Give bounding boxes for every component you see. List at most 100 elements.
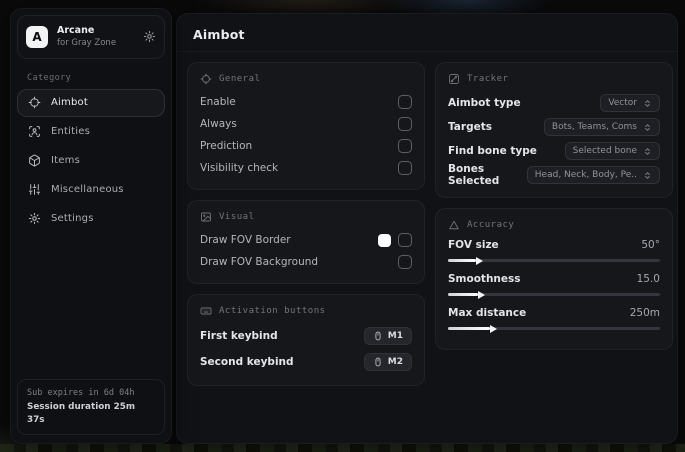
sub-expires-text: Sub expires in 6d 04h — [27, 387, 135, 398]
second-keybind-button[interactable]: M2 — [363, 353, 412, 371]
sidebar-item-label: Miscellaneous — [51, 184, 124, 195]
chevron-up-down-icon — [643, 99, 652, 108]
select-row: Aimbot type Vector — [448, 91, 660, 115]
brand-name: Arcane — [57, 25, 95, 36]
visual-card: Visual Draw FOV Border Draw FOV Backgrou… — [187, 200, 425, 284]
keybind-value: M2 — [387, 357, 403, 367]
sidebar-item-label: Settings — [51, 213, 94, 224]
sidebar-nav: Aimbot Entities Items Miscellaneous Sett… — [11, 88, 171, 233]
setting-row: Draw FOV Background — [200, 251, 412, 273]
chevron-up-down-icon — [643, 171, 652, 180]
slider-value: 250m — [629, 306, 660, 319]
sidebar-item-settings[interactable]: Settings — [17, 205, 165, 233]
sidebar-item-aimbot[interactable]: Aimbot — [17, 88, 165, 117]
gear-icon[interactable] — [143, 30, 156, 43]
smoothness-slider[interactable] — [448, 290, 660, 299]
setting-label: Always — [200, 118, 237, 130]
setting-label: Prediction — [200, 140, 253, 152]
sidebar-item-miscellaneous[interactable]: Miscellaneous — [17, 176, 165, 204]
slider-thumb[interactable] — [475, 256, 483, 265]
slider-label: Max distance — [448, 306, 527, 319]
gear-icon — [28, 212, 41, 225]
draw-fov-background-checkbox[interactable] — [398, 255, 412, 269]
column-left: General Enable Always Prediction Visibil… — [187, 62, 425, 386]
setting-label: Visibility check — [200, 162, 279, 174]
mouse-icon — [373, 357, 383, 367]
setting-label: Draw FOV Background — [200, 256, 319, 268]
sidebar-item-label: Items — [51, 155, 80, 166]
slider-label: Smoothness — [448, 272, 521, 285]
sidebar-item-label: Aimbot — [51, 97, 88, 108]
keyboard-icon — [200, 305, 212, 317]
sliders-icon — [28, 183, 41, 196]
setting-label: Enable — [200, 96, 236, 108]
trajectory-icon — [448, 73, 460, 85]
card-title: Tracker — [467, 74, 509, 84]
card-title: Activation buttons — [219, 306, 326, 316]
tracker-card: Tracker Aimbot type Vector Targets Bots,… — [435, 62, 673, 198]
setting-row: Draw FOV Border — [200, 229, 412, 251]
card-title: General — [219, 74, 261, 84]
sidebar-item-items[interactable]: Items — [17, 147, 165, 175]
slider-group: Smoothness 15.0 — [448, 271, 660, 299]
select-value: Selected bone — [572, 146, 637, 156]
crosshair-icon — [28, 96, 41, 109]
bones-selected-select[interactable]: Head, Neck, Body, Pe.. — [526, 166, 660, 184]
keybind-label: Second keybind — [200, 356, 294, 368]
activation-card: Activation buttons First keybind M1 Seco… — [187, 294, 425, 386]
page-title: Aimbot — [193, 27, 245, 42]
select-label: Targets — [448, 121, 492, 133]
prediction-checkbox[interactable] — [398, 139, 412, 153]
keybind-row: Second keybind M2 — [200, 349, 412, 375]
select-value: Bots, Teams, Coms — [551, 122, 637, 132]
keybind-label: First keybind — [200, 330, 278, 342]
always-checkbox[interactable] — [398, 117, 412, 131]
accuracy-card: Accuracy FOV size 50° Smoothness 15.0 Ma… — [435, 208, 673, 350]
slider-thumb[interactable] — [477, 290, 485, 299]
fov-border-color-swatch[interactable] — [378, 233, 391, 247]
setting-row: Visibility check — [200, 157, 412, 179]
triangle-icon — [448, 219, 460, 231]
sidebar-item-entities[interactable]: Entities — [17, 118, 165, 146]
brand-subtitle: for Gray Zone — [57, 37, 117, 48]
main-panel: Aimbot General Enable Always Prediction … — [176, 13, 678, 444]
category-label: Category — [27, 72, 72, 83]
subscription-info: Sub expires in 6d 04h Session duration 2… — [17, 378, 165, 435]
keybind-value: M1 — [387, 331, 403, 341]
select-value: Vector — [608, 98, 637, 108]
select-row: Find bone type Selected bone — [448, 139, 660, 163]
chevron-up-down-icon — [643, 147, 652, 156]
slider-value: 50° — [641, 238, 660, 251]
setting-row: Always — [200, 113, 412, 135]
main-header: Aimbot — [177, 14, 677, 52]
brand-logo: A — [26, 25, 48, 48]
screen: A Arcane for Gray Zone Category Aimbot E… — [0, 0, 685, 452]
slider-thumb[interactable] — [490, 324, 498, 333]
first-keybind-button[interactable]: M1 — [363, 327, 412, 345]
fov-size-slider[interactable] — [448, 256, 660, 265]
card-title: Visual — [219, 212, 255, 222]
select-label: Bones Selected — [448, 163, 500, 187]
targets-select[interactable]: Bots, Teams, Coms — [543, 118, 660, 136]
select-label: Find bone type — [448, 145, 537, 157]
brand-card: A Arcane for Gray Zone — [17, 15, 165, 59]
select-label: Aimbot type — [448, 97, 521, 109]
aimbot-type-select[interactable]: Vector — [600, 94, 660, 112]
select-row: Targets Bots, Teams, Coms — [448, 115, 660, 139]
sidebar: A Arcane for Gray Zone Category Aimbot E… — [10, 8, 172, 444]
find-bone-type-select[interactable]: Selected bone — [564, 142, 660, 160]
content: General Enable Always Prediction Visibil… — [177, 52, 677, 386]
sidebar-item-label: Entities — [51, 126, 91, 137]
max-distance-slider[interactable] — [448, 324, 660, 333]
draw-fov-border-checkbox[interactable] — [398, 233, 412, 247]
general-card: General Enable Always Prediction Visibil… — [187, 62, 425, 190]
slider-group: FOV size 50° — [448, 237, 660, 265]
setting-row: Prediction — [200, 135, 412, 157]
session-duration-text: Session duration 25m 37s — [27, 401, 135, 425]
slider-group: Max distance 250m — [448, 305, 660, 333]
visibility-check-checkbox[interactable] — [398, 161, 412, 175]
select-row: Bones Selected Head, Neck, Body, Pe.. — [448, 163, 660, 187]
enable-checkbox[interactable] — [398, 95, 412, 109]
image-icon — [200, 211, 212, 223]
box-icon — [28, 154, 41, 167]
